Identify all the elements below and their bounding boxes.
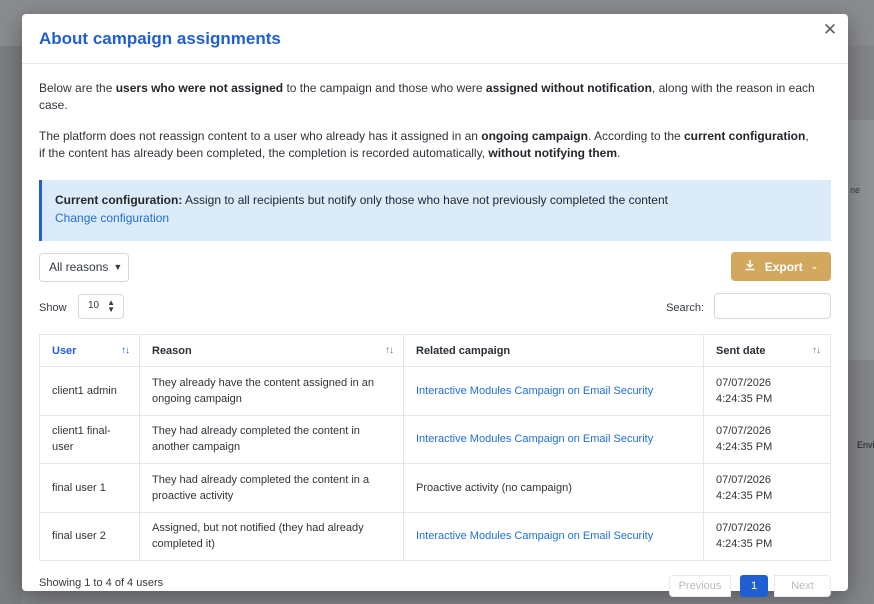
background-text: Envi (857, 440, 874, 450)
column-header-related-campaign: Related campaign (403, 334, 704, 367)
reason-filter-dropdown[interactable]: All reasons ▼ (39, 253, 129, 282)
sort-icon: ↑↓ (812, 345, 821, 356)
intro-paragraph-2: The platform does not reassign content t… (39, 129, 809, 160)
sort-icon: ↑↓ (121, 345, 130, 356)
caret-down-icon: ▼ (113, 262, 123, 272)
show-entries-label: Show (39, 302, 67, 314)
table-row: client1 final-user They had already comp… (39, 415, 831, 464)
config-label: Current configuration: (55, 193, 183, 207)
change-configuration-link[interactable]: Change configuration (55, 211, 831, 225)
assignments-table: User ↑↓ Reason ↑↓ Related campaign Sent da… (39, 334, 831, 561)
background-text: ne (850, 185, 861, 195)
cell-reason: They already have the content assigned i… (139, 366, 404, 416)
table-header-row: User ↑↓ Reason ↑↓ Related campaign Sent da… (39, 334, 831, 367)
cell-reason: Assigned, but not notified (they had alr… (139, 512, 404, 561)
download-icon (744, 259, 756, 274)
search-label: Search: (666, 302, 704, 314)
column-header-user[interactable]: User ↑↓ (39, 334, 140, 367)
cell-campaign: Interactive Modules Campaign on Email Se… (403, 415, 704, 464)
cell-sent-date: 07/07/2026 4:24:35 PM (703, 415, 831, 464)
column-header-sent-date[interactable]: Sent date ↑↓ (703, 334, 831, 367)
current-configuration-alert: Current configuration: Assign to all rec… (39, 180, 831, 241)
cell-user: final user 2 (39, 512, 140, 561)
table-info: Showing 1 to 4 of 4 users (39, 577, 164, 589)
background-left-strip (0, 46, 22, 604)
campaign-text: Proactive activity (no campaign) (416, 481, 572, 494)
export-button[interactable]: Export ⌄ (731, 252, 831, 281)
search-input[interactable] (714, 293, 831, 319)
background-right-strip (848, 120, 874, 360)
sort-icon: ↑↓ (385, 345, 394, 356)
close-icon[interactable]: ✕ (822, 21, 838, 38)
table-footer: Showing 1 to 4 of 4 users Previous 1 Nex… (39, 575, 831, 599)
campaign-assignments-modal: About campaign assignments ✕ Below are t… (22, 14, 848, 597)
reason-filter-value: All reasons (49, 260, 109, 274)
cell-sent-date: 07/07/2026 4:24:35 PM (703, 366, 831, 416)
cell-reason: They had already completed the content i… (139, 415, 404, 464)
modal-body: Below are the users who were not assigne… (22, 80, 848, 599)
page-length-value: 10 (88, 300, 100, 311)
intro-paragraph-1: Below are the users who were not assigne… (39, 81, 815, 112)
next-page-button[interactable]: Next (774, 575, 831, 597)
cell-reason: They had already completed the content i… (139, 463, 404, 513)
page-1-button[interactable]: 1 (740, 575, 768, 597)
table-row: final user 1 They had already completed … (39, 463, 831, 513)
page-length-select[interactable]: 10 ▲ ▼ (78, 294, 124, 319)
config-text: Assign to all recipients but notify only… (182, 193, 668, 207)
campaign-link[interactable]: Interactive Modules Campaign on Email Se… (416, 530, 653, 542)
export-label: Export (764, 259, 803, 274)
campaign-link[interactable]: Interactive Modules Campaign on Email Se… (416, 385, 653, 397)
select-arrows-icon: ▲ ▼ (107, 298, 115, 314)
chevron-down-icon: ⌄ (810, 261, 819, 271)
cell-sent-date: 07/07/2026 4:24:35 PM (703, 463, 831, 513)
cell-sent-date: 07/07/2026 4:24:35 PM (703, 512, 831, 561)
previous-page-button[interactable]: Previous (669, 575, 731, 597)
cell-campaign: Interactive Modules Campaign on Email Se… (403, 366, 704, 416)
pagination: Previous 1 Next (669, 575, 831, 597)
cell-campaign: Proactive activity (no campaign) (403, 463, 704, 513)
table-row: final user 2 Assigned, but not notified … (39, 512, 831, 561)
table-row: client1 admin They already have the cont… (39, 366, 831, 416)
cell-user: client1 admin (39, 366, 140, 416)
cell-campaign: Interactive Modules Campaign on Email Se… (403, 512, 704, 561)
modal-header: About campaign assignments ✕ (22, 14, 848, 64)
campaign-link[interactable]: Interactive Modules Campaign on Email Se… (416, 433, 653, 445)
table-controls: Show 10 ▲ ▼ Search: (39, 293, 831, 334)
cell-user: final user 1 (39, 463, 140, 513)
column-header-reason[interactable]: Reason ↑↓ (139, 334, 404, 367)
modal-title: About campaign assignments (39, 28, 281, 48)
table-toolbar: All reasons ▼ Export ⌄ (39, 252, 831, 294)
cell-user: client1 final-user (39, 415, 140, 464)
